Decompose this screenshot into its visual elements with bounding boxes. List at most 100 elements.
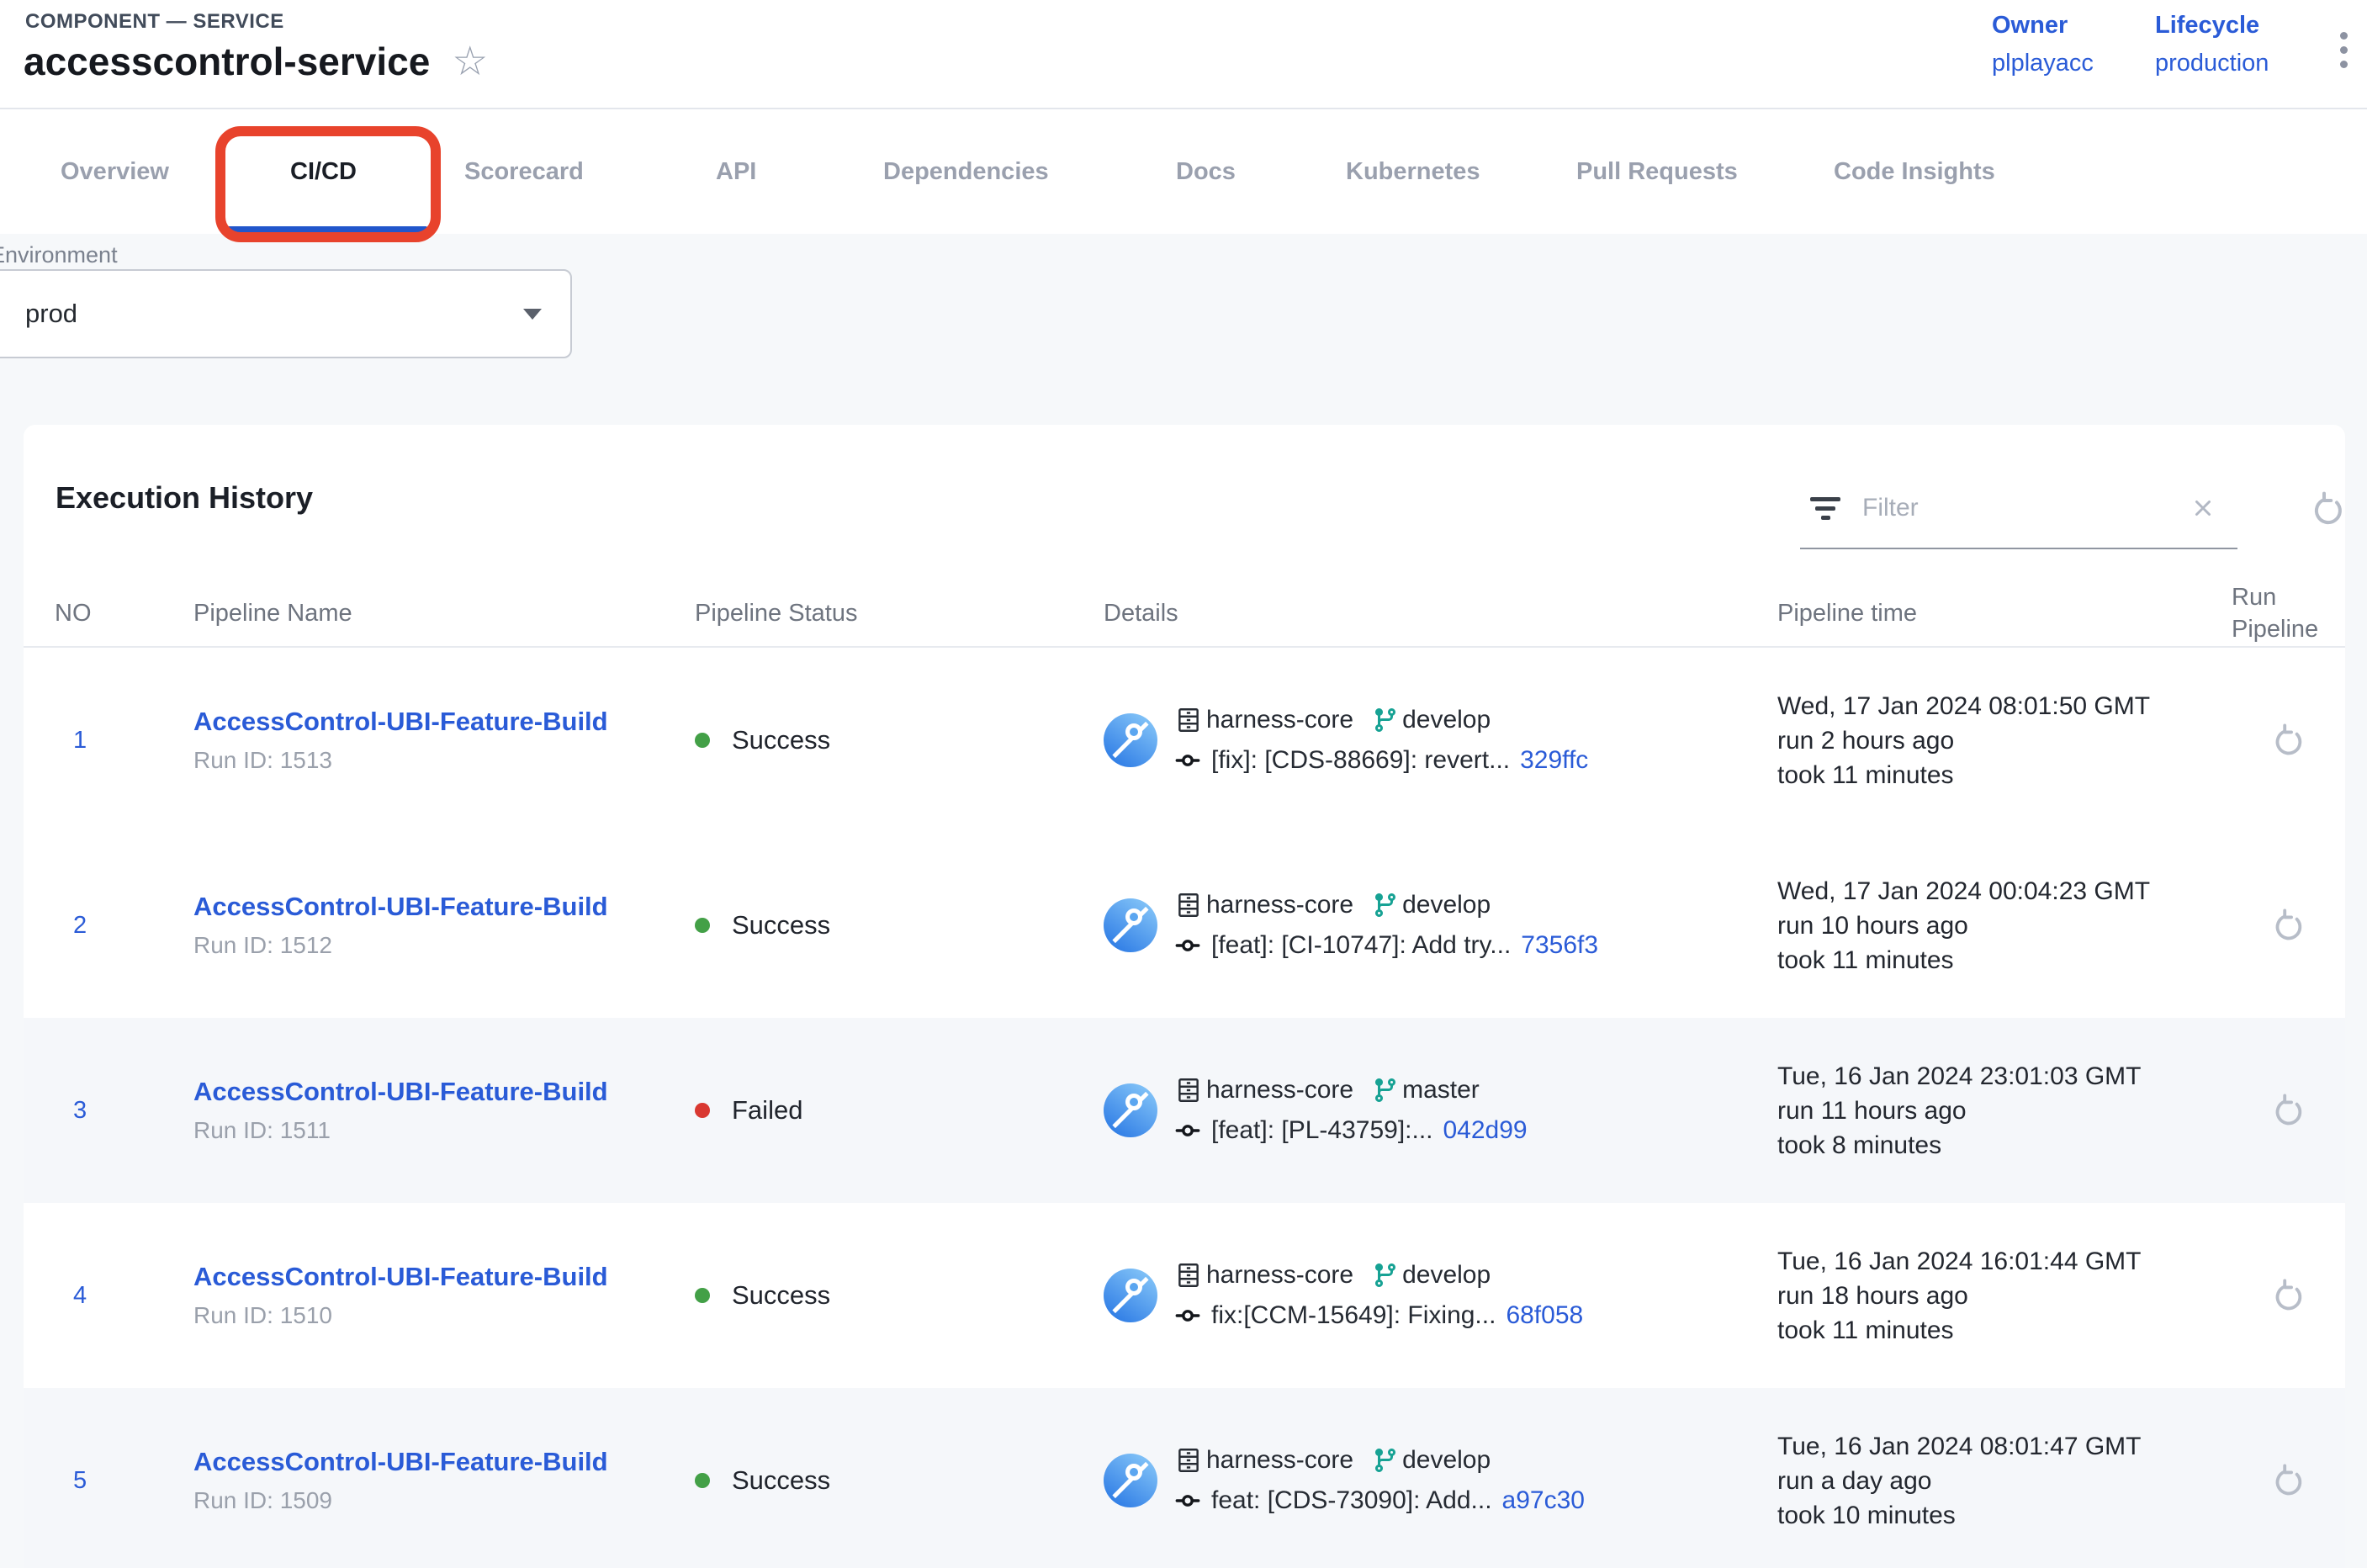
row-number: 5 (55, 1467, 87, 1495)
status-dot (695, 1473, 710, 1488)
refresh-icon[interactable] (2288, 469, 2367, 549)
repo-name: harness-core (1206, 891, 1353, 919)
tab-bar: Overview CI/CD Scorecard API Dependencies Doc… (0, 109, 2367, 234)
git-branch-icon (1372, 1447, 1399, 1474)
lifecycle-meta: Lifecycle production (2155, 12, 2269, 77)
tab-ci-cd[interactable]: CI/CD (290, 109, 357, 234)
run-pipeline-button[interactable] (2269, 906, 2308, 945)
pipeline-time: Wed, 17 Jan 2024 08:01:50 GMT run 2 hour… (1777, 689, 2232, 792)
run-pipeline-button[interactable] (2269, 721, 2308, 760)
tab-code-insights[interactable]: Code Insights (1834, 109, 1995, 234)
execution-rows: 1 AccessControl-UBI-Feature-Build Run ID… (24, 648, 2345, 1568)
git-commit-icon (1174, 747, 1201, 774)
repository-icon (1174, 1261, 1203, 1290)
pipeline-time-gmt: Wed, 17 Jan 2024 08:01:50 GMT (1777, 689, 2232, 723)
page-header: COMPONENT — SERVICE accesscontrol-servic… (0, 0, 2367, 109)
tab-dependencies[interactable]: Dependencies (883, 109, 1049, 234)
component-service-page: COMPONENT — SERVICE accesscontrol-servic… (0, 0, 2367, 1568)
environment-selected-value: prod (25, 299, 77, 329)
branch-name: develop (1402, 1446, 1491, 1475)
status-label: Success (732, 910, 830, 940)
row-number: 2 (55, 912, 87, 940)
col-pipeline-status: Pipeline Status (695, 600, 1104, 628)
pipeline-time-took: took 11 minutes (1777, 758, 2232, 792)
table-row: 1 AccessControl-UBI-Feature-Build Run ID… (24, 648, 2345, 833)
owner-value-link[interactable]: plplayacc (1992, 50, 2094, 77)
repo-name: harness-core (1206, 706, 1353, 734)
tab-scorecard[interactable]: Scorecard (464, 109, 584, 234)
pipeline-name-link[interactable]: AccessControl-UBI-Feature-Build (193, 1262, 608, 1291)
pipeline-name-link[interactable]: AccessControl-UBI-Feature-Build (193, 1447, 608, 1476)
col-pipeline-time: Pipeline time (1777, 600, 2232, 628)
commit-hash-link[interactable]: 042d99 (1443, 1116, 1528, 1145)
kebab-menu-icon[interactable] (2327, 32, 2360, 68)
pipeline-time-ago: run a day ago (1777, 1464, 2232, 1498)
repo-name: harness-core (1206, 1446, 1353, 1475)
tab-docs[interactable]: Docs (1176, 109, 1236, 234)
git-commit-icon (1174, 932, 1201, 959)
tab-kubernetes[interactable]: Kubernetes (1346, 109, 1480, 234)
pipeline-name-link[interactable]: AccessControl-UBI-Feature-Build (193, 892, 608, 921)
filter-input[interactable] (1862, 494, 2115, 522)
commit-hash-link[interactable]: 7356f3 (1521, 931, 1598, 960)
lifecycle-label: Lifecycle (2155, 12, 2269, 40)
run-pipeline-button[interactable] (2269, 1091, 2308, 1130)
ci-module-icon (1104, 898, 1157, 952)
status-label: Failed (732, 1095, 802, 1126)
chevron-down-icon (523, 309, 542, 320)
repository-icon (1174, 1446, 1203, 1475)
commit-message: [fix]: [CDS-88669]: revert... (1211, 746, 1510, 775)
pipeline-name-link[interactable]: AccessControl-UBI-Feature-Build (193, 1077, 608, 1106)
tab-api[interactable]: API (716, 109, 756, 234)
commit-message: [feat]: [PL-43759]:... (1211, 1116, 1433, 1145)
status-label: Success (732, 1465, 830, 1496)
pipeline-time-ago: run 11 hours ago (1777, 1094, 2232, 1128)
status-dot (695, 733, 710, 748)
execution-history-card: Execution History NO Pipeline Name Pipel… (24, 425, 2345, 1568)
filter-box (1800, 469, 2237, 549)
run-id: Run ID: 1509 (193, 1487, 695, 1514)
run-id: Run ID: 1511 (193, 1117, 695, 1144)
ci-module-icon (1104, 1454, 1157, 1507)
col-run-pipeline: Run Pipeline (2232, 581, 2341, 645)
tab-overview[interactable]: Overview (61, 109, 169, 234)
filter-icon (1810, 497, 1840, 520)
repository-icon (1174, 891, 1203, 919)
repository-icon (1174, 1076, 1203, 1104)
commit-hash-link[interactable]: a97c30 (1502, 1486, 1585, 1515)
breadcrumb: COMPONENT — SERVICE (25, 10, 284, 34)
commit-hash-link[interactable]: 329ffc (1520, 746, 1588, 775)
row-number: 1 (55, 727, 87, 755)
favorite-star-icon[interactable]: ☆ (452, 41, 488, 82)
git-branch-icon (1372, 892, 1399, 919)
pipeline-time-ago: run 2 hours ago (1777, 723, 2232, 758)
pipeline-time-took: took 11 minutes (1777, 1313, 2232, 1348)
pipeline-time-ago: run 10 hours ago (1777, 908, 2232, 943)
tab-pull-requests[interactable]: Pull Requests (1576, 109, 1738, 234)
environment-select[interactable]: prod (0, 269, 572, 358)
col-details: Details (1104, 600, 1777, 628)
status-dot (695, 1288, 710, 1303)
commit-hash-link[interactable]: 68f058 (1506, 1301, 1583, 1330)
git-commit-icon (1174, 1302, 1201, 1329)
git-commit-icon (1174, 1487, 1201, 1514)
run-id: Run ID: 1513 (193, 747, 695, 774)
row-number: 3 (55, 1097, 87, 1125)
commit-message: feat: [CDS-73090]: Add... (1211, 1486, 1492, 1515)
pipeline-name-link[interactable]: AccessControl-UBI-Feature-Build (193, 707, 608, 736)
git-branch-icon (1372, 707, 1399, 734)
environment-label: Environment (0, 242, 118, 268)
ci-module-icon (1104, 713, 1157, 767)
table-row: 2 AccessControl-UBI-Feature-Build Run ID… (24, 833, 2345, 1018)
pipeline-time-took: took 8 minutes (1777, 1128, 2232, 1163)
git-branch-icon (1372, 1262, 1399, 1289)
owner-label: Owner (1992, 12, 2094, 40)
run-pipeline-button[interactable] (2269, 1461, 2308, 1500)
run-pipeline-button[interactable] (2269, 1276, 2308, 1315)
col-pipeline-name: Pipeline Name (193, 600, 695, 628)
clear-filter-icon[interactable] (2190, 495, 2216, 521)
commit-message: fix:[CCM-15649]: Fixing... (1211, 1301, 1496, 1330)
execution-history-title: Execution History (56, 480, 313, 516)
status-label: Success (732, 725, 830, 755)
ci-module-icon (1104, 1269, 1157, 1322)
